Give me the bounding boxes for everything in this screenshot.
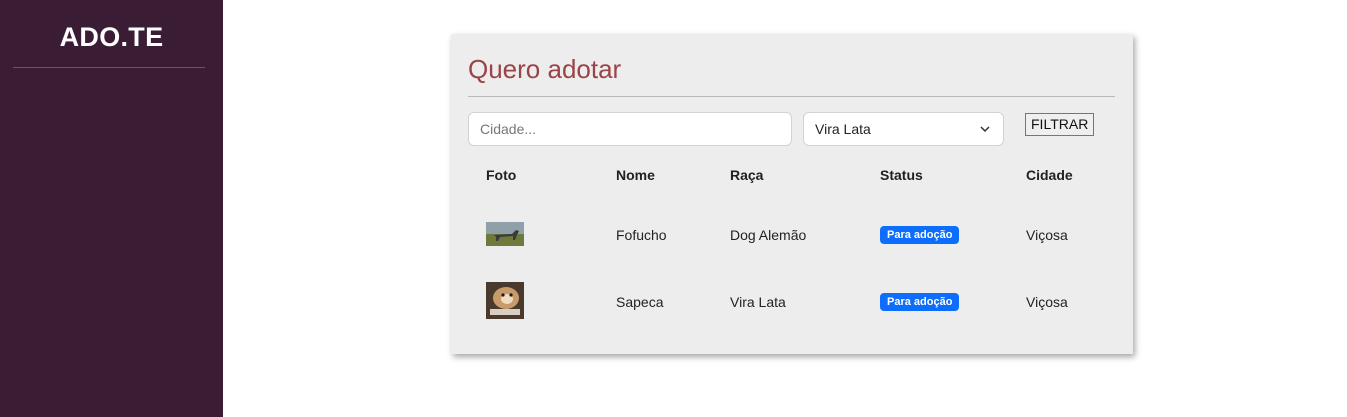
pet-city: Viçosa bbox=[1026, 227, 1068, 243]
column-header-name: Nome bbox=[616, 167, 655, 183]
pet-city: Viçosa bbox=[1026, 294, 1068, 310]
title-divider bbox=[468, 96, 1115, 97]
breed-select[interactable]: Vira Lata bbox=[803, 112, 1004, 146]
column-header-photo: Foto bbox=[486, 167, 517, 183]
chevron-down-icon bbox=[980, 126, 990, 133]
page-title: Quero adotar bbox=[468, 54, 622, 84]
pet-breed: Dog Alemão bbox=[730, 227, 807, 243]
column-header-city: Cidade bbox=[1026, 167, 1073, 183]
dog-photo-icon bbox=[486, 222, 524, 246]
pet-breed: Vira Lata bbox=[730, 294, 786, 310]
dog-photo-icon bbox=[486, 282, 524, 319]
sidebar-divider bbox=[13, 67, 205, 68]
adoption-card: Quero adotar Vira Lata FILTRAR Foto Nome… bbox=[451, 34, 1133, 354]
filter-button[interactable]: FILTRAR bbox=[1025, 113, 1095, 136]
status-badge: Para adoção bbox=[880, 293, 960, 311]
city-input[interactable] bbox=[468, 112, 792, 146]
pet-photo[interactable] bbox=[486, 222, 524, 246]
pet-name: Sapeca bbox=[616, 294, 664, 310]
brand-logo[interactable]: ADO.TE bbox=[0, 22, 223, 53]
column-header-breed: Raça bbox=[730, 167, 764, 183]
pet-photo[interactable] bbox=[486, 282, 524, 319]
status-badge: Para adoção bbox=[880, 226, 960, 244]
column-header-status: Status bbox=[880, 167, 923, 183]
breed-select-value: Vira Lata bbox=[815, 121, 871, 137]
pet-name: Fofucho bbox=[616, 227, 667, 243]
sidebar: ADO.TE bbox=[0, 0, 223, 417]
